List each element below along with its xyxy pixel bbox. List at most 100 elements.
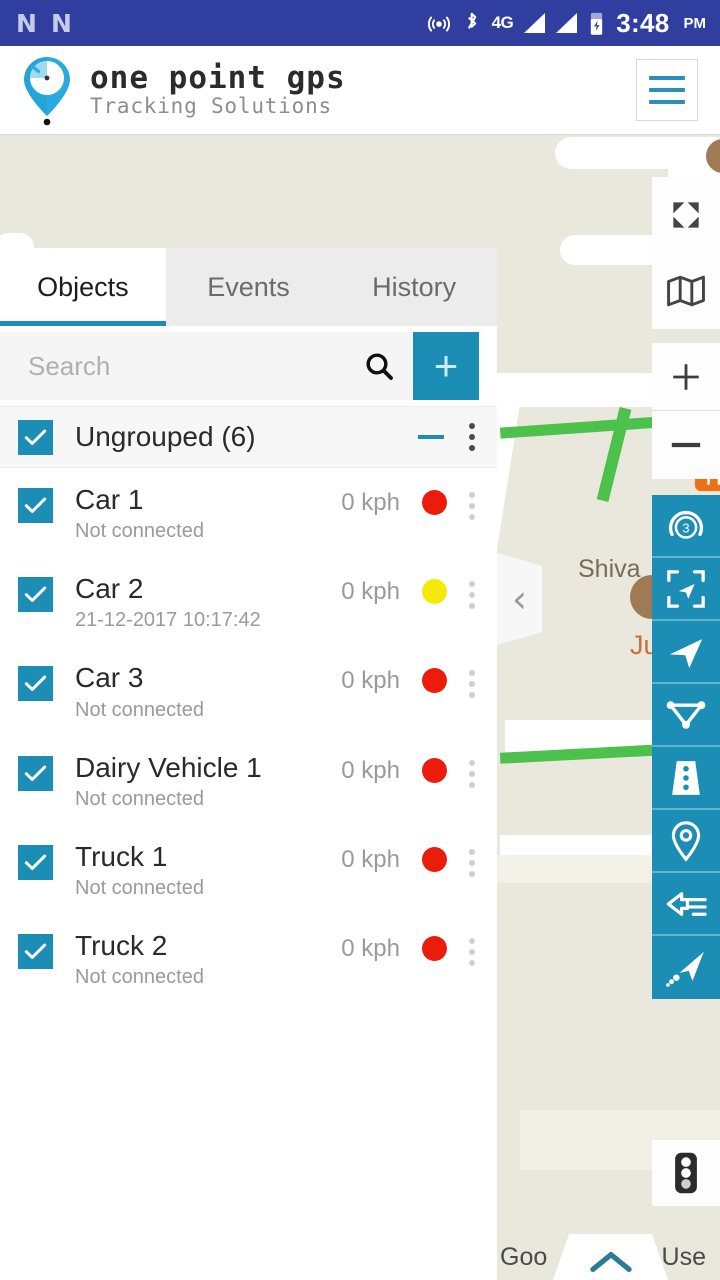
object-name: Truck 2 — [75, 929, 168, 961]
search-icon[interactable] — [363, 350, 395, 382]
object-status: Not connected — [75, 520, 204, 543]
fullscreen-icon[interactable] — [652, 177, 720, 253]
tab-events[interactable]: Events — [166, 248, 332, 326]
clock-time: 3:48 — [616, 7, 670, 38]
object-speed: 0 kph — [341, 845, 400, 873]
object-status: Not connected — [75, 698, 204, 721]
object-row[interactable]: Car 2 21-12-2017 10:17:42 0 kph — [0, 557, 497, 646]
object-speed: 0 kph — [341, 756, 400, 784]
object-info: Truck 1 Not connected — [75, 841, 341, 900]
app-header: one point gps Tracking Solutions — [0, 46, 720, 135]
object-status-dot — [422, 668, 447, 694]
follow-object-icon[interactable] — [652, 558, 720, 621]
object-row[interactable]: Car 3 Not connected 0 kph — [0, 646, 497, 735]
object-row[interactable]: Truck 1 Not connected 0 kph — [0, 825, 497, 914]
chevron-up-icon — [589, 1251, 632, 1273]
tab-objects[interactable]: Objects — [0, 248, 166, 326]
terms-of-use-label: Use — [661, 1243, 706, 1271]
object-status-dot — [422, 935, 447, 961]
marker-pin-icon[interactable] — [652, 810, 720, 873]
object-speed: 0 kph — [341, 667, 400, 695]
object-speed: 0 kph — [341, 578, 400, 606]
object-more-menu-icon[interactable] — [469, 492, 475, 520]
object-status: Not connected — [75, 876, 204, 899]
object-row[interactable]: Dairy Vehicle 1 Not connected 0 kph — [0, 736, 497, 825]
object-info: Truck 2 Not connected — [75, 930, 341, 989]
tab-events-label: Events — [207, 271, 290, 302]
expand-bottom-panel-button[interactable] — [553, 1234, 668, 1280]
object-info: Dairy Vehicle 1 Not connected — [75, 752, 341, 811]
collapse-group-icon[interactable] — [418, 435, 444, 439]
object-checkbox[interactable] — [18, 488, 53, 523]
app-notification-icon: N — [50, 8, 72, 38]
objects-panel: Objects Events History + Ungrouped (6) C… — [0, 248, 497, 1280]
object-name: Truck 1 — [75, 840, 168, 872]
object-info: Car 3 Not connected — [75, 662, 341, 721]
app-logo: one point gps Tracking Solutions — [18, 54, 346, 126]
app-subtitle: Tracking Solutions — [90, 94, 332, 119]
tab-objects-label: Objects — [37, 271, 129, 302]
zoom-in-icon[interactable] — [652, 343, 720, 411]
search-input[interactable] — [28, 350, 363, 382]
road-icon[interactable] — [652, 747, 720, 810]
object-more-menu-icon[interactable] — [469, 581, 475, 610]
zoom-out-icon[interactable] — [652, 411, 720, 479]
group-checkbox[interactable] — [18, 419, 53, 455]
object-more-menu-icon[interactable] — [469, 937, 475, 966]
object-checkbox[interactable] — [18, 933, 53, 969]
object-name: Car 3 — [75, 662, 144, 694]
clock-ampm: PM — [683, 14, 707, 32]
search-field-wrapper[interactable] — [0, 332, 413, 400]
traffic-light-icon[interactable] — [652, 1140, 720, 1206]
hamburger-menu-icon[interactable] — [636, 59, 698, 121]
object-speed: 0 kph — [341, 489, 400, 516]
route-direction-icon[interactable] — [652, 873, 720, 936]
cluster-count-label: 3 — [682, 520, 689, 535]
object-checkbox[interactable] — [18, 577, 53, 613]
object-status-dot — [422, 490, 447, 515]
object-checkbox[interactable] — [18, 755, 53, 791]
object-info: Car 2 21-12-2017 10:17:42 — [75, 573, 341, 632]
tab-history-label: History — [372, 271, 457, 302]
status-bar: N N 4G 3:48 PM — [0, 0, 720, 46]
battery-charging-icon — [591, 12, 603, 35]
search-row: + — [0, 326, 497, 406]
object-name: Car 2 — [75, 573, 144, 605]
object-info: Car 1 Not connected — [75, 484, 341, 543]
object-more-menu-icon[interactable] — [469, 759, 475, 788]
object-row[interactable]: Truck 2 Not connected 0 kph — [0, 914, 497, 1003]
object-status-dot — [422, 757, 447, 783]
object-status-dot — [422, 579, 447, 605]
add-object-button[interactable]: + — [413, 332, 479, 400]
app-logo-text: one point gps Tracking Solutions — [90, 62, 346, 119]
object-more-menu-icon[interactable] — [469, 670, 475, 699]
signal-icon — [524, 13, 546, 33]
object-name: Car 1 — [75, 484, 144, 515]
object-more-menu-icon[interactable] — [469, 848, 475, 877]
object-status: Not connected — [75, 787, 204, 810]
object-row[interactable]: Car 1 Not connected 0 kph — [0, 468, 497, 557]
object-list: Car 1 Not connected 0 kph Car 2 21-12-2017 1… — [0, 468, 497, 1003]
geofence-icon[interactable] — [652, 684, 720, 747]
network-type-label: 4G — [491, 13, 514, 32]
tab-history[interactable]: History — [331, 248, 497, 326]
add-object-label: + — [433, 342, 459, 389]
cluster-icon[interactable]: 3 — [652, 495, 720, 558]
hotspot-icon — [427, 16, 450, 32]
navigate-icon[interactable] — [652, 621, 720, 684]
signal-icon — [556, 13, 578, 33]
panel-collapse-handle[interactable]: ‹ — [497, 553, 542, 645]
map-zoom-controls — [652, 343, 720, 479]
app-notification-icon: N — [16, 8, 37, 38]
map-layers-icon[interactable] — [652, 253, 720, 329]
status-bar-indicators: 4G 3:48 PM — [426, 8, 706, 39]
group-header-row[interactable]: Ungrouped (6) — [0, 406, 497, 468]
gps-pin-logo-icon — [24, 57, 70, 126]
object-checkbox[interactable] — [18, 844, 53, 880]
trail-icon[interactable] — [652, 936, 720, 999]
status-bar-notifications: N N — [16, 11, 72, 36]
object-checkbox[interactable] — [18, 666, 53, 702]
group-more-menu-icon[interactable] — [469, 423, 475, 451]
google-attribution-label: Goo — [500, 1243, 548, 1271]
bluetooth-icon — [467, 12, 476, 29]
